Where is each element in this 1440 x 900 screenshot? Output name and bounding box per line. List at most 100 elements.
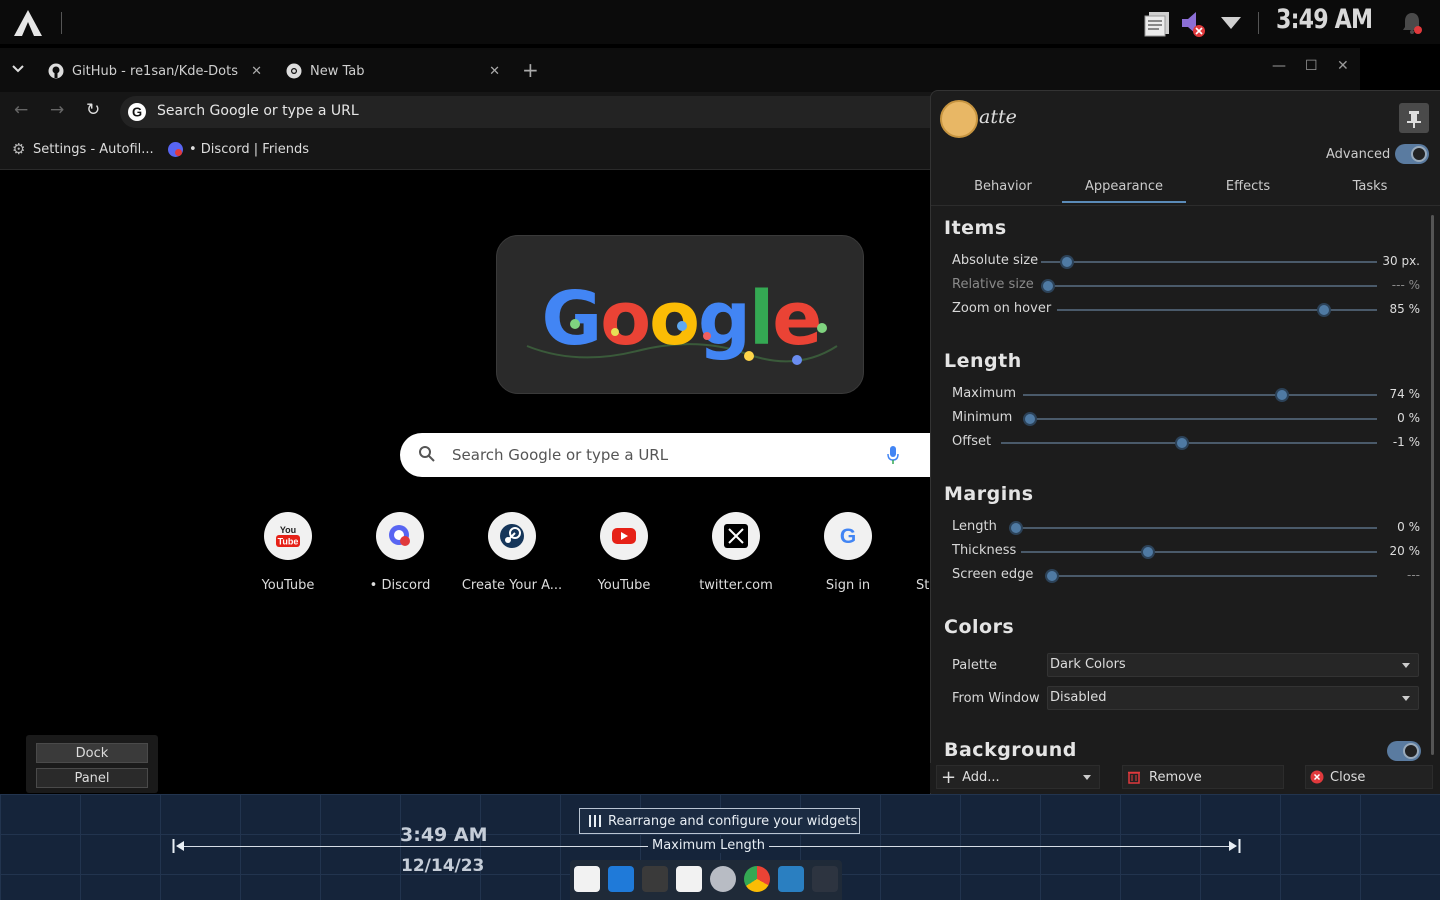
dolphin-icon[interactable]	[778, 866, 804, 892]
palette-select[interactable]: Dark Colors	[1047, 653, 1419, 677]
layout-type-popup: Dock Panel	[26, 735, 158, 793]
chevron-down-icon	[1402, 663, 1410, 668]
active-tab-indicator	[1062, 201, 1186, 203]
arch-logo-icon[interactable]	[12, 9, 44, 37]
advanced-toggle[interactable]	[1395, 144, 1429, 164]
from-window-select[interactable]: Disabled	[1047, 686, 1419, 710]
panel-button[interactable]: Panel	[36, 768, 148, 788]
slider-handle[interactable]	[1317, 303, 1332, 317]
slider-track[interactable]	[1023, 418, 1377, 420]
unknown-file-icon[interactable]	[676, 866, 702, 892]
section-title-colors: Colors	[944, 616, 1015, 638]
slider-handle[interactable]	[1274, 388, 1289, 402]
dock-date[interactable]: 12/14/23	[401, 856, 484, 876]
microphone-icon[interactable]	[886, 445, 900, 465]
shortcut-tile[interactable]: You Tube YouTube	[232, 512, 344, 593]
top-clock[interactable]: 3:49 AM	[1276, 4, 1373, 35]
new-tab-button[interactable]: +	[522, 58, 539, 82]
close-button[interactable]: Close	[1305, 765, 1433, 789]
add-button[interactable]: + Add...	[936, 765, 1100, 789]
dock-button[interactable]: Dock	[36, 743, 148, 763]
google-search-box[interactable]: Search Google or type a URL	[400, 433, 1000, 477]
shortcut-tile[interactable]: twitter.com	[680, 512, 792, 593]
length-handle-right-icon[interactable]	[1227, 838, 1241, 854]
shortcut-label: Create Your A...	[461, 578, 563, 593]
slider-label: Screen edge	[952, 567, 1034, 582]
shortcut-tile[interactable]: Ste	[904, 512, 930, 593]
close-tab-icon[interactable]: ✕	[251, 64, 262, 79]
background-toggle[interactable]	[1387, 741, 1421, 761]
chrome-icon[interactable]	[744, 866, 770, 892]
back-icon[interactable]: ←	[14, 100, 28, 120]
tab-effects[interactable]: Effects	[1186, 179, 1310, 194]
tab-strip: GitHub - re1san/Kde-Dots ✕ New Tab ✕ + —…	[0, 48, 1360, 92]
slider-track[interactable]	[1045, 575, 1377, 577]
vscode-icon[interactable]	[608, 866, 634, 892]
remove-button[interactable]: Remove	[1122, 765, 1284, 789]
slider-handle[interactable]	[1140, 545, 1155, 559]
panel-separator	[61, 12, 62, 34]
slider-value: 85 %	[1389, 302, 1421, 316]
slider-label: Minimum	[952, 410, 1013, 425]
slider-track[interactable]	[1041, 285, 1377, 287]
slider-track[interactable]	[1009, 527, 1377, 529]
slider-handle[interactable]	[1009, 521, 1023, 535]
slider-track[interactable]	[1021, 551, 1377, 553]
notification-bell-icon[interactable]	[1400, 11, 1424, 35]
shortcut-tile[interactable]: • Discord	[344, 512, 456, 593]
tab-new-tab[interactable]: New Tab ✕	[286, 56, 500, 86]
settings-icon[interactable]	[710, 866, 736, 892]
dock-clock[interactable]: 3:49 AM	[400, 824, 488, 846]
terminal-icon[interactable]	[642, 866, 668, 892]
rearrange-widgets-button[interactable]: Rearrange and configure your widgets	[579, 808, 860, 834]
bookmark-discord[interactable]: • Discord | Friends	[168, 142, 309, 157]
shortcut-tile[interactable]: Create Your A...	[456, 512, 568, 593]
close-window-icon[interactable]: ✕	[1337, 58, 1349, 74]
pin-button[interactable]	[1399, 103, 1429, 133]
chevron-down-icon[interactable]	[1220, 16, 1242, 30]
close-icon	[1310, 770, 1324, 784]
palette-label: Palette	[952, 658, 998, 673]
length-handle-left-icon[interactable]	[172, 838, 186, 854]
chevron-down-icon	[12, 65, 24, 73]
slider-track[interactable]	[1041, 261, 1377, 263]
slider-track[interactable]	[1001, 442, 1377, 444]
slider-handle[interactable]	[1023, 412, 1037, 426]
section-title-items: Items	[944, 217, 1007, 239]
tab-github[interactable]: GitHub - re1san/Kde-Dots ✕	[48, 56, 262, 86]
divider	[931, 205, 1440, 206]
steam-icon[interactable]	[812, 866, 838, 892]
minimize-icon[interactable]: —	[1272, 58, 1286, 74]
shortcut-label: YouTube	[261, 578, 315, 593]
maximize-icon[interactable]: ☐	[1305, 58, 1318, 74]
x-logo-icon	[712, 512, 760, 560]
chevron-down-icon	[1402, 696, 1410, 701]
google-g-icon: G	[824, 512, 872, 560]
slider-handle[interactable]	[1174, 436, 1189, 450]
panel-separator	[1258, 12, 1259, 34]
svg-text:You: You	[280, 525, 296, 535]
forward-icon[interactable]: →	[50, 100, 64, 120]
tab-behavior[interactable]: Behavior	[941, 179, 1065, 194]
unknown-file-icon[interactable]	[574, 866, 600, 892]
slider-handle[interactable]	[1045, 569, 1059, 583]
reload-icon[interactable]: ↻	[86, 100, 100, 120]
google-doodle[interactable]: Google	[496, 235, 864, 394]
volume-muted-icon[interactable]	[1180, 10, 1206, 38]
chrome-icon	[286, 63, 302, 79]
slider-handle[interactable]	[1060, 255, 1075, 269]
clipboard-icon[interactable]	[1143, 10, 1173, 38]
tab-search-button[interactable]	[12, 62, 24, 76]
slider-label: Relative size	[952, 277, 1034, 292]
bookmark-settings[interactable]: ⚙ Settings - Autofil...	[12, 142, 154, 158]
close-tab-icon[interactable]: ✕	[489, 64, 500, 79]
slider-value: 30 px.	[1382, 254, 1420, 268]
shortcut-tile[interactable]: G Sign in	[792, 512, 904, 593]
scrollbar[interactable]	[1431, 215, 1434, 755]
shortcut-tile[interactable]: YouTube	[568, 512, 680, 593]
tab-tasks[interactable]: Tasks	[1308, 179, 1432, 194]
slider-handle[interactable]	[1041, 279, 1055, 293]
slider-track[interactable]	[1023, 394, 1377, 396]
section-title-background: Background	[944, 739, 1077, 761]
tab-appearance[interactable]: Appearance	[1062, 179, 1186, 194]
